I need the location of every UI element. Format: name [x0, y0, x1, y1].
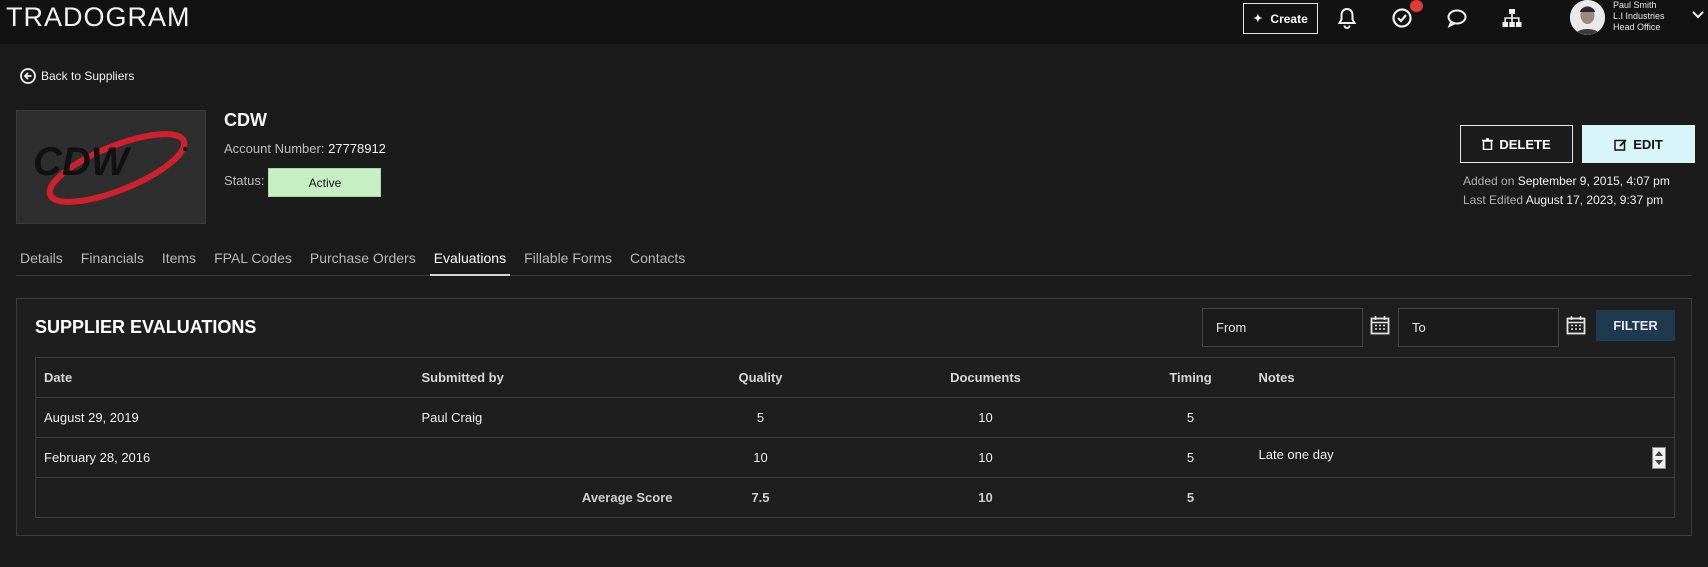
- cell-timing: 5: [1130, 397, 1251, 438]
- tab-contacts[interactable]: Contacts: [626, 248, 689, 276]
- cell-quality: 10: [680, 437, 841, 478]
- table-row[interactable]: August 29, 2019 Paul Craig 5 10 5: [35, 397, 1675, 438]
- to-date-input[interactable]: To: [1398, 308, 1559, 347]
- cell-submitted-by: Paul Craig: [413, 397, 681, 438]
- top-bar: TRADOGRAM ✦ Create Paul Smith L.I Indust…: [0, 0, 1708, 44]
- user-name: Paul Smith: [1613, 0, 1657, 10]
- create-button[interactable]: ✦ Create: [1243, 3, 1318, 34]
- cell-notes: Late one day: [1258, 446, 1334, 462]
- cell-quality: 5: [680, 397, 841, 438]
- column-header[interactable]: Documents: [840, 357, 1131, 398]
- tab-fpal-codes[interactable]: FPAL Codes: [210, 248, 296, 276]
- average-quality: 7.5: [680, 477, 841, 518]
- edited-value: August 17, 2023, 9:37 pm: [1525, 193, 1664, 207]
- plus-icon: ✦: [1253, 13, 1263, 25]
- table-header-row: Date Submitted by Quality Documents Timi…: [35, 357, 1675, 398]
- from-date-input[interactable]: From: [1202, 308, 1363, 347]
- cell-notes-container: Late one day: [1250, 437, 1675, 478]
- cdw-logo-image: CDW: [33, 131, 188, 205]
- org-chart-icon[interactable]: [1500, 6, 1524, 30]
- app-logo[interactable]: TRADOGRAM: [6, 2, 191, 33]
- user-info[interactable]: Paul Smith L.I Industries Head Office: [1613, 0, 1665, 33]
- trash-icon: [1482, 138, 1494, 150]
- panel-title: SUPPLIER EVALUATIONS: [35, 317, 257, 337]
- create-label: Create: [1270, 11, 1308, 26]
- edit-button[interactable]: EDIT: [1582, 125, 1695, 163]
- column-header[interactable]: Quality: [680, 357, 841, 398]
- tab-evaluations[interactable]: Evaluations: [429, 248, 511, 276]
- average-documents: 10: [840, 477, 1131, 518]
- record-meta: Added on September 9, 2015, 4:07 pm Last…: [1463, 172, 1670, 210]
- column-header[interactable]: Submitted by: [413, 357, 681, 398]
- cdw-logo-text: CDW: [33, 140, 132, 184]
- cell-notes: [1250, 397, 1675, 438]
- delete-button[interactable]: DELETE: [1460, 125, 1573, 163]
- tab-details[interactable]: Details: [16, 248, 67, 276]
- bell-icon[interactable]: [1335, 6, 1359, 30]
- status-row: Status: Active: [224, 168, 382, 197]
- notes-scroll-stepper[interactable]: [1652, 446, 1666, 469]
- supplier-name: CDW: [224, 110, 267, 130]
- cell-date: August 29, 2019: [35, 397, 414, 438]
- column-header[interactable]: Timing: [1130, 357, 1251, 398]
- supplier-evaluations-panel: SUPPLIER EVALUATIONS From To FILTER Date…: [16, 298, 1692, 536]
- calendar-icon[interactable]: [1370, 315, 1390, 335]
- edit-icon: [1614, 138, 1627, 151]
- edit-label: EDIT: [1633, 136, 1663, 152]
- average-score-row: Average Score 7.5 10 5: [35, 477, 1675, 518]
- user-office: Head Office: [1613, 22, 1661, 32]
- average-score-label: Average Score: [413, 477, 681, 518]
- added-value: September 9, 2015, 4:07 pm: [1517, 174, 1670, 188]
- cell-documents: 10: [840, 397, 1131, 438]
- tab-financials[interactable]: Financials: [77, 248, 148, 276]
- cell-date: February 28, 2016: [35, 437, 414, 478]
- table-row[interactable]: February 28, 2016 10 10 5 Late one day: [35, 437, 1675, 478]
- column-header[interactable]: Date: [35, 357, 414, 398]
- arrow-left-circle-icon: [20, 68, 36, 84]
- cell-submitted-by: [413, 437, 681, 478]
- account-number: Account Number: 27778912: [224, 141, 386, 156]
- cell-timing: 5: [1130, 437, 1251, 478]
- edited-label: Last Edited: [1463, 193, 1524, 207]
- account-value: 27778912: [328, 141, 386, 156]
- tab-bar: Details Financials Items FPAL Codes Purc…: [16, 248, 1692, 276]
- calendar-icon[interactable]: [1566, 315, 1586, 335]
- avatar[interactable]: [1570, 0, 1605, 35]
- chevron-down-icon[interactable]: [1692, 10, 1704, 20]
- user-company: L.I Industries: [1613, 11, 1665, 21]
- back-link-label: Back to Suppliers: [41, 69, 135, 83]
- evaluations-table: Date Submitted by Quality Documents Timi…: [35, 357, 1675, 518]
- tab-purchase-orders[interactable]: Purchase Orders: [306, 248, 420, 276]
- tab-fillable-forms[interactable]: Fillable Forms: [520, 248, 616, 276]
- status-badge: Active: [268, 168, 382, 197]
- up-down-arrows-icon: [1655, 450, 1663, 465]
- status-label: Status:: [224, 173, 265, 188]
- chat-icon[interactable]: [1445, 6, 1469, 30]
- column-header[interactable]: Notes: [1250, 357, 1675, 398]
- supplier-logo: CDW: [16, 110, 206, 224]
- user-photo-icon: [1570, 0, 1605, 35]
- average-timing: 5: [1130, 477, 1251, 518]
- notification-badge: [1410, 0, 1423, 12]
- tab-items[interactable]: Items: [158, 248, 200, 276]
- account-label: Account Number:: [224, 141, 325, 156]
- filter-button[interactable]: FILTER: [1596, 310, 1675, 341]
- back-to-suppliers-link[interactable]: Back to Suppliers: [20, 68, 134, 84]
- cell-documents: 10: [840, 437, 1131, 478]
- added-label: Added on: [1463, 174, 1515, 188]
- delete-label: DELETE: [1499, 136, 1551, 152]
